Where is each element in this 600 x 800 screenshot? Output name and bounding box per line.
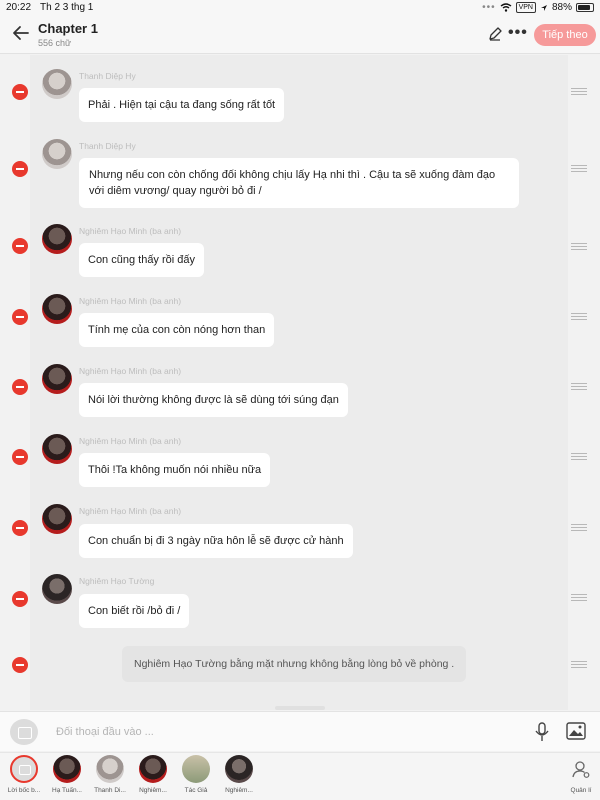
scroll-indicator: [275, 706, 325, 710]
remove-line-button[interactable]: [12, 591, 28, 607]
vpn-badge: VPN: [515, 2, 536, 13]
sender-name: Thanh Diệp Hy: [79, 141, 136, 151]
remove-line-button[interactable]: [12, 161, 28, 177]
avatar: [42, 139, 72, 169]
character-item[interactable]: Thanh Di...: [88, 755, 132, 794]
drag-handle-icon[interactable]: [571, 524, 587, 531]
remove-line-button[interactable]: [12, 84, 28, 100]
chapter-header: Chapter 1 556 chữ ••• Tiếp theo: [0, 16, 600, 54]
sender-name: Nghiêm Hạo Minh (ba anh): [79, 296, 182, 306]
drag-handle-icon[interactable]: [571, 453, 587, 460]
drag-handle-icon[interactable]: [571, 383, 587, 390]
microphone-icon[interactable]: [533, 722, 551, 742]
avatar: [42, 294, 72, 324]
manage-characters-button[interactable]: Quản lí: [566, 759, 596, 794]
character-label: Tác Giả: [184, 787, 208, 794]
word-count: 556 chữ: [38, 38, 72, 48]
message-bubble[interactable]: Con chuẩn bị đi 3 ngày nữa hôn lễ sẽ đượ…: [79, 524, 353, 558]
edit-pencil-icon[interactable]: [487, 26, 503, 42]
message-bubble[interactable]: Thôi !Ta không muốn nói nhiều nữa: [79, 453, 271, 487]
character-item[interactable]: Hạ Tuấn...: [45, 755, 89, 794]
drag-handle-icon[interactable]: [571, 88, 587, 95]
avatar: [42, 434, 72, 464]
person-settings-icon: [572, 761, 590, 778]
remove-line-button[interactable]: [12, 309, 28, 325]
status-date: Th 2 3 thg 1: [40, 2, 94, 13]
message-bubble[interactable]: Con biết rồi /bỏ đi /: [79, 594, 190, 628]
dialogue-input[interactable]: [56, 722, 516, 742]
wifi-icon: [500, 3, 512, 12]
character-label: Hạ Tuấn...: [52, 787, 82, 794]
remove-line-button[interactable]: [12, 238, 28, 254]
message-bubble[interactable]: Phải . Hiện tại cậu ta đang sống rất tốt: [79, 88, 285, 122]
battery-icon: [576, 3, 594, 12]
back-arrow-icon[interactable]: [10, 22, 32, 44]
sender-name: Thanh Diệp Hy: [79, 71, 136, 81]
avatar: [182, 755, 210, 783]
character-label: Nghiêm...: [225, 787, 253, 794]
image-icon[interactable]: [566, 722, 586, 740]
narration-toggle-icon[interactable]: [10, 719, 38, 745]
character-item[interactable]: Tác Giả: [174, 755, 218, 794]
sender-name: Nghiêm Hạo Minh (ba anh): [79, 366, 182, 376]
avatar: [96, 755, 124, 783]
character-label: Lời bốc b...: [7, 787, 41, 794]
remove-line-button[interactable]: [12, 520, 28, 536]
narrator-icon: [10, 755, 38, 783]
avatar: [42, 69, 72, 99]
sender-name: Nghiêm Hạo Minh (ba anh): [79, 436, 182, 446]
avatar: [42, 504, 72, 534]
remove-line-button[interactable]: [12, 657, 28, 673]
drag-handle-icon[interactable]: [571, 165, 587, 172]
drag-handle-icon[interactable]: [571, 313, 587, 320]
avatar: [225, 755, 253, 783]
sender-name: Nghiêm Hạo Tường: [79, 576, 155, 586]
drag-handle-icon[interactable]: [571, 594, 587, 601]
drag-handle-icon[interactable]: [571, 661, 587, 668]
narration-bubble[interactable]: Nghiêm Hạo Tường bằng mặt nhưng không bằ…: [122, 646, 467, 682]
sender-name: Nghiêm Hạo Minh (ba anh): [79, 226, 182, 236]
message-bubble[interactable]: Nói lời thường không được là sẽ dùng tới…: [79, 383, 348, 417]
message-bubble[interactable]: Tính mẹ của con còn nóng hơn than: [79, 313, 275, 347]
status-right: ••• VPN 88%: [482, 2, 594, 13]
drag-handle-icon[interactable]: [571, 243, 587, 250]
character-item[interactable]: Nghiêm...: [131, 755, 175, 794]
avatar: [139, 755, 167, 783]
character-narrator[interactable]: Lời bốc b...: [2, 755, 46, 794]
message-bubble[interactable]: Con cũng thấy rồi đấy: [79, 243, 205, 277]
character-label: Nghiêm...: [139, 787, 167, 794]
dialogue-input-bar: [0, 711, 600, 751]
dialogue-list[interactable]: Thanh Diệp Hy Phải . Hiện tại cậu ta đan…: [0, 55, 600, 710]
next-chapter-button[interactable]: Tiếp theo: [534, 24, 596, 46]
character-item[interactable]: Nghiêm...: [217, 755, 261, 794]
location-icon: [540, 4, 547, 11]
manage-label: Quản lí: [570, 787, 592, 794]
multitask-dots-icon: •••: [482, 2, 496, 13]
avatar: [42, 224, 72, 254]
remove-line-button[interactable]: [12, 449, 28, 465]
remove-line-button[interactable]: [12, 379, 28, 395]
sender-name: Nghiêm Hạo Minh (ba anh): [79, 506, 182, 516]
status-time: 20:22: [6, 2, 32, 13]
status-bar: 20:22 Th 2 3 thg 1 ••• VPN 88%: [0, 0, 600, 16]
avatar: [53, 755, 81, 783]
chapter-title: Chapter 1: [38, 21, 98, 36]
message-bubble[interactable]: Nhưng nếu con còn chống đối không chịu l…: [79, 158, 519, 208]
avatar: [42, 574, 72, 604]
avatar: [42, 364, 72, 394]
more-options-icon[interactable]: •••: [508, 24, 528, 42]
battery-percent: 88%: [551, 2, 572, 13]
character-label: Thanh Di...: [94, 787, 126, 794]
character-bar: Lời bốc b... Hạ Tuấn... Thanh Di... Nghi…: [0, 752, 600, 800]
